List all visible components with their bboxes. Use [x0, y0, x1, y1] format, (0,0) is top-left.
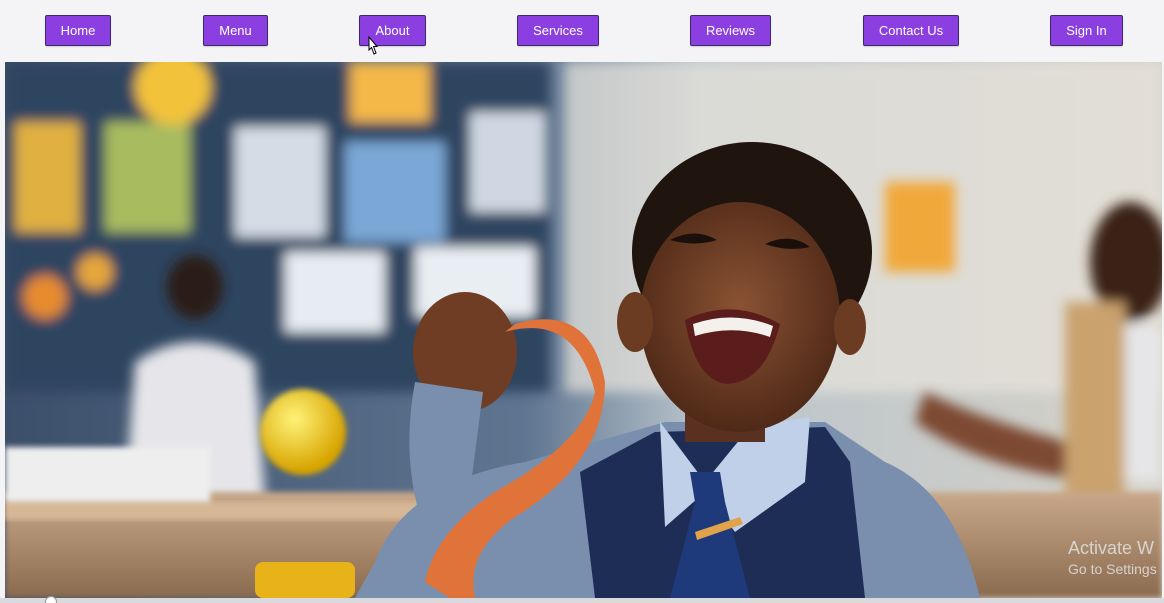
nav-services-button[interactable]: Services: [517, 15, 599, 46]
scrollbar-thumb[interactable]: [45, 596, 57, 603]
nav-reviews-button[interactable]: Reviews: [690, 15, 771, 46]
watermark-line1: Activate W: [1068, 538, 1155, 558]
nav-menu-button[interactable]: Menu: [203, 15, 268, 46]
nav-contact-button[interactable]: Contact Us: [863, 15, 959, 46]
mouse-cursor-icon: [368, 36, 379, 55]
watermark-line2: Go to Settings: [1068, 561, 1157, 577]
hero-illustration: [5, 62, 1162, 598]
hero-image: [5, 62, 1162, 598]
page: Home Menu About Services Reviews Contact…: [0, 0, 1164, 603]
top-navbar: Home Menu About Services Reviews Contact…: [0, 0, 1164, 62]
nav-home-button[interactable]: Home: [45, 15, 111, 46]
nav-signin-button[interactable]: Sign In: [1050, 15, 1123, 46]
horizontal-scrollbar[interactable]: [0, 598, 1164, 603]
windows-activation-watermark: Activate W Go to Settings: [1068, 538, 1157, 577]
